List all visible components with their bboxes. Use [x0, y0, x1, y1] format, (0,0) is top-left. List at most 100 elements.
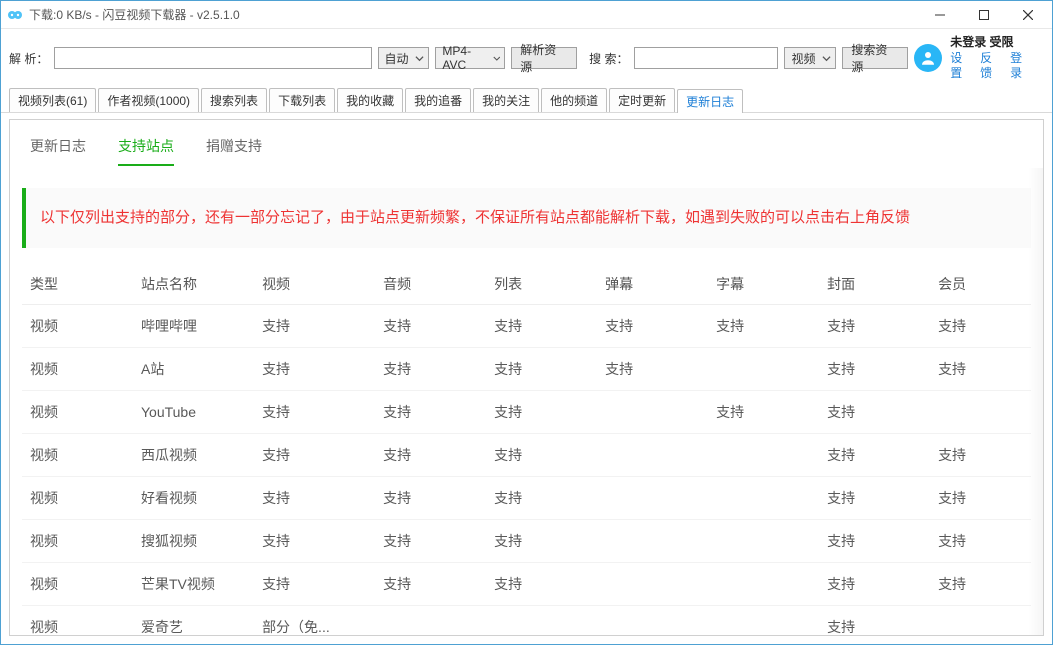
mode-select-value: 自动	[385, 50, 409, 67]
cell: 支持	[930, 476, 1031, 519]
settings-link[interactable]: 设置	[950, 51, 974, 82]
cell: 支持	[254, 390, 375, 433]
cell: 视频	[22, 562, 133, 605]
parse-label: 解 析：	[9, 50, 48, 67]
format-select[interactable]: MP4-AVC	[435, 47, 505, 69]
cell: 视频	[22, 390, 133, 433]
main-tab[interactable]: 我的收藏	[337, 88, 403, 112]
column-header: 视频	[254, 264, 375, 305]
search-button[interactable]: 搜索资源	[842, 47, 908, 69]
table-row: 视频西瓜视频支持支持支持支持支持	[22, 433, 1031, 476]
cell: 支持	[819, 347, 930, 390]
main-tab[interactable]: 作者视频(1000)	[98, 88, 199, 112]
parse-input[interactable]	[54, 47, 371, 69]
main-tab[interactable]: 我的关注	[473, 88, 539, 112]
cell: 支持	[375, 562, 486, 605]
cell: 视频	[22, 519, 133, 562]
cell: 爱奇艺	[133, 605, 254, 635]
login-link[interactable]: 登录	[1010, 51, 1034, 82]
table-row: 视频爱奇艺部分（免...支持	[22, 605, 1031, 635]
mode-select[interactable]: 自动	[378, 47, 430, 69]
main-tab[interactable]: 我的追番	[405, 88, 471, 112]
chevron-down-icon	[493, 54, 501, 63]
cell: 支持	[254, 347, 375, 390]
cell: 支持	[486, 519, 597, 562]
main-tab[interactable]: 视频列表(61)	[9, 88, 96, 112]
cell: YouTube	[133, 390, 254, 433]
cell: 支持	[486, 476, 597, 519]
column-header: 封面	[819, 264, 930, 305]
cell	[708, 476, 819, 519]
cell: 支持	[597, 304, 708, 347]
cell: 支持	[254, 304, 375, 347]
cell: 支持	[819, 605, 930, 635]
cell: 支持	[375, 433, 486, 476]
feedback-link[interactable]: 反馈	[980, 51, 1004, 82]
cell: 视频	[22, 347, 133, 390]
maximize-button[interactable]	[962, 2, 1006, 28]
media-select-value: 视频	[791, 50, 815, 67]
main-tab[interactable]: 他的频道	[541, 88, 607, 112]
minimize-button[interactable]	[918, 2, 962, 28]
cell	[597, 433, 708, 476]
sub-tab[interactable]: 支持站点	[118, 136, 174, 166]
cell: A站	[133, 347, 254, 390]
media-select[interactable]: 视频	[784, 47, 836, 69]
cell: 支持	[254, 476, 375, 519]
table-row: 视频搜狐视频支持支持支持支持支持	[22, 519, 1031, 562]
search-input[interactable]	[634, 47, 778, 69]
avatar[interactable]	[914, 44, 942, 72]
cell: 支持	[819, 519, 930, 562]
cell: 视频	[22, 476, 133, 519]
table-row: 视频A站支持支持支持支持支持支持	[22, 347, 1031, 390]
app-window: 下载:0 KB/s - 闪豆视频下载器 - v2.5.1.0 解 析： 自动 M…	[0, 0, 1053, 645]
sub-tab[interactable]: 更新日志	[30, 136, 86, 166]
main-tabs: 视频列表(61)作者视频(1000)搜索列表下载列表我的收藏我的追番我的关注他的…	[1, 88, 1052, 113]
column-header: 弹幕	[597, 264, 708, 305]
content-area: 更新日志支持站点捐赠支持 以下仅列出支持的部分，还有一部分忘记了，由于站点更新频…	[1, 113, 1052, 644]
cell: 支持	[708, 304, 819, 347]
sub-tab[interactable]: 捐赠支持	[206, 136, 262, 166]
panel: 更新日志支持站点捐赠支持 以下仅列出支持的部分，还有一部分忘记了，由于站点更新频…	[9, 119, 1044, 636]
cell	[930, 390, 1031, 433]
parse-button[interactable]: 解析资源	[511, 47, 577, 69]
cell	[708, 562, 819, 605]
column-header: 音频	[375, 264, 486, 305]
cell	[597, 476, 708, 519]
cell: 搜狐视频	[133, 519, 254, 562]
user-icon	[919, 49, 937, 67]
cell: 视频	[22, 433, 133, 476]
cell: 支持	[375, 476, 486, 519]
column-header: 会员	[930, 264, 1031, 305]
close-button[interactable]	[1006, 2, 1050, 28]
cell: 哔哩哔哩	[133, 304, 254, 347]
cell	[597, 519, 708, 562]
cell: 支持	[708, 390, 819, 433]
cell: 支持	[486, 562, 597, 605]
chevron-down-icon	[822, 54, 831, 63]
main-tab[interactable]: 搜索列表	[201, 88, 267, 112]
search-label: 搜 索：	[589, 50, 628, 67]
table-row: 视频芒果TV视频支持支持支持支持支持	[22, 562, 1031, 605]
cell: 支持	[254, 519, 375, 562]
cell	[597, 562, 708, 605]
support-table-wrap[interactable]: 类型站点名称视频音频列表弹幕字幕封面会员 视频哔哩哔哩支持支持支持支持支持支持支…	[10, 264, 1043, 635]
cell: 支持	[597, 347, 708, 390]
main-tab[interactable]: 定时更新	[609, 88, 675, 112]
chevron-down-icon	[415, 54, 424, 63]
cell: 视频	[22, 304, 133, 347]
column-header: 类型	[22, 264, 133, 305]
cell: 支持	[486, 304, 597, 347]
cell	[375, 605, 486, 635]
cell	[597, 605, 708, 635]
column-header: 列表	[486, 264, 597, 305]
cell: 支持	[486, 433, 597, 476]
cell: 支持	[375, 304, 486, 347]
toolbar: 解 析： 自动 MP4-AVC 解析资源 搜 索： 视频 搜索资源 未登录 受限…	[1, 29, 1052, 88]
main-tab[interactable]: 更新日志	[677, 89, 743, 113]
cell	[597, 390, 708, 433]
main-tab[interactable]: 下载列表	[269, 88, 335, 112]
cell: 支持	[930, 304, 1031, 347]
cell: 支持	[930, 347, 1031, 390]
cell: 支持	[375, 390, 486, 433]
